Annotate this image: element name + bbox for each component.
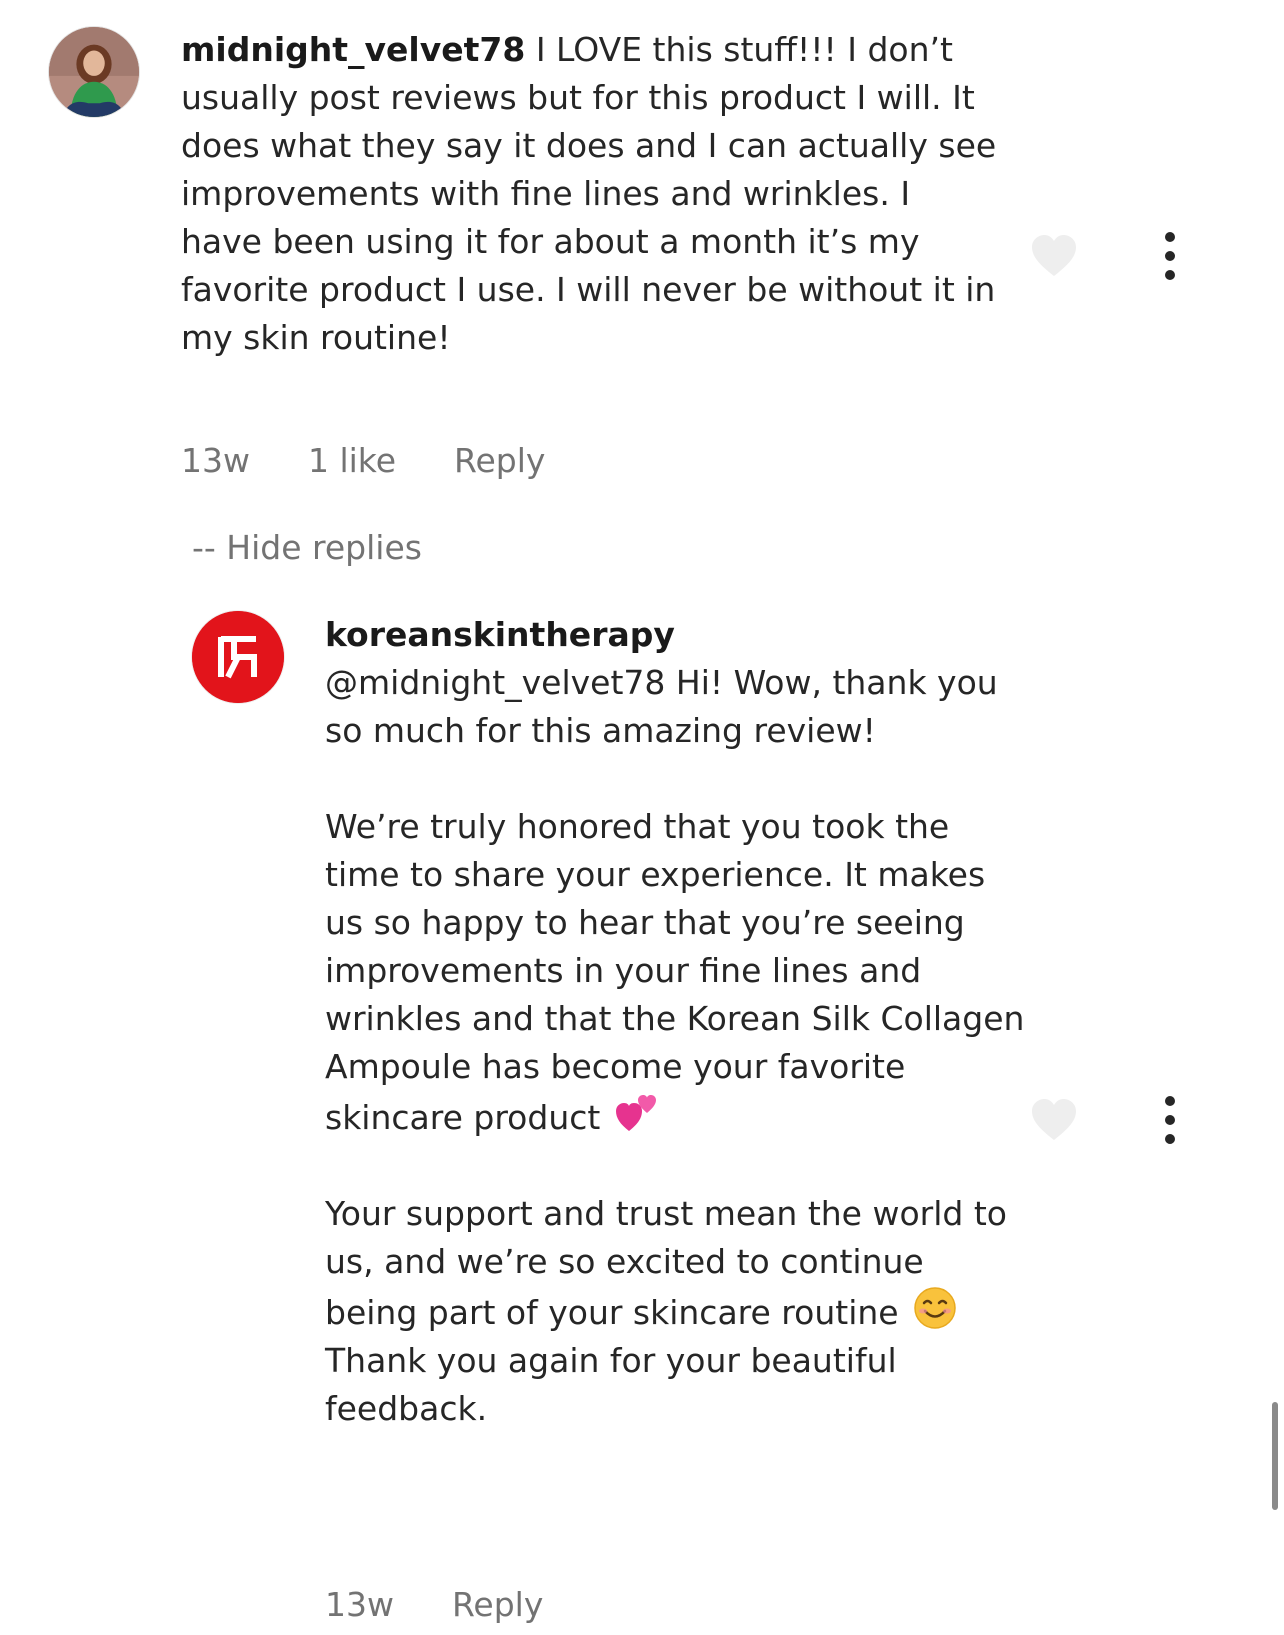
heart-icon xyxy=(1032,235,1076,276)
comment-reply-button[interactable]: Reply xyxy=(454,441,545,481)
reply-timestamp: 13w xyxy=(325,1585,394,1624)
brand-avatar[interactable] xyxy=(192,611,284,703)
reply-username[interactable]: koreanskintherapy xyxy=(325,611,1025,659)
hide-replies-button[interactable]: -- Hide replies xyxy=(192,528,422,568)
reply-like-button[interactable] xyxy=(1030,1098,1078,1142)
reply-body: koreanskintherapy @midnight_velvet78 Hi! … xyxy=(325,611,1025,1433)
reply-more-button[interactable] xyxy=(1158,1096,1182,1144)
more-options-icon xyxy=(1165,232,1175,242)
comment-meta: 13w 1 like Reply xyxy=(181,441,545,481)
brand-logo-icon xyxy=(192,611,284,703)
comment-like-count[interactable]: 1 like xyxy=(308,441,396,481)
more-options-icon-dot xyxy=(1165,251,1175,261)
more-options-icon-dot xyxy=(1165,1134,1175,1144)
two-hearts-emoji xyxy=(615,1095,656,1131)
comment-username[interactable]: midnight_velvet78 xyxy=(181,30,525,69)
reply-paragraph-2: We’re truly honored that you took the ti… xyxy=(325,807,1025,1137)
heart-icon xyxy=(1032,1099,1076,1140)
scrollbar[interactable] xyxy=(1272,1402,1278,1510)
reply-paragraph-1: @midnight_velvet78 Hi! Wow, thank you so… xyxy=(325,663,998,750)
reply-meta: 13w Reply xyxy=(325,1585,543,1625)
comment-like-button[interactable] xyxy=(1030,234,1078,278)
user-avatar-photo xyxy=(49,27,139,117)
more-options-icon xyxy=(1165,1096,1175,1106)
comment-text: I LOVE this stuff!!! I don’t usually pos… xyxy=(181,30,997,357)
comment-timestamp: 13w xyxy=(181,441,250,480)
comment-more-button[interactable] xyxy=(1158,232,1182,280)
reply-paragraph-3b: Thank you again for your beautiful feedb… xyxy=(325,1341,897,1428)
reply-reply-button[interactable]: Reply xyxy=(452,1585,543,1625)
reply-paragraph-3a: Your support and trust mean the world to… xyxy=(325,1194,1007,1332)
user-avatar[interactable] xyxy=(48,26,140,118)
smiling-face-emoji xyxy=(914,1287,956,1329)
more-options-icon-dot xyxy=(1165,270,1175,280)
more-options-icon-dot xyxy=(1165,1115,1175,1125)
comment-body: midnight_velvet78 I LOVE this stuff!!! I… xyxy=(181,26,1001,362)
